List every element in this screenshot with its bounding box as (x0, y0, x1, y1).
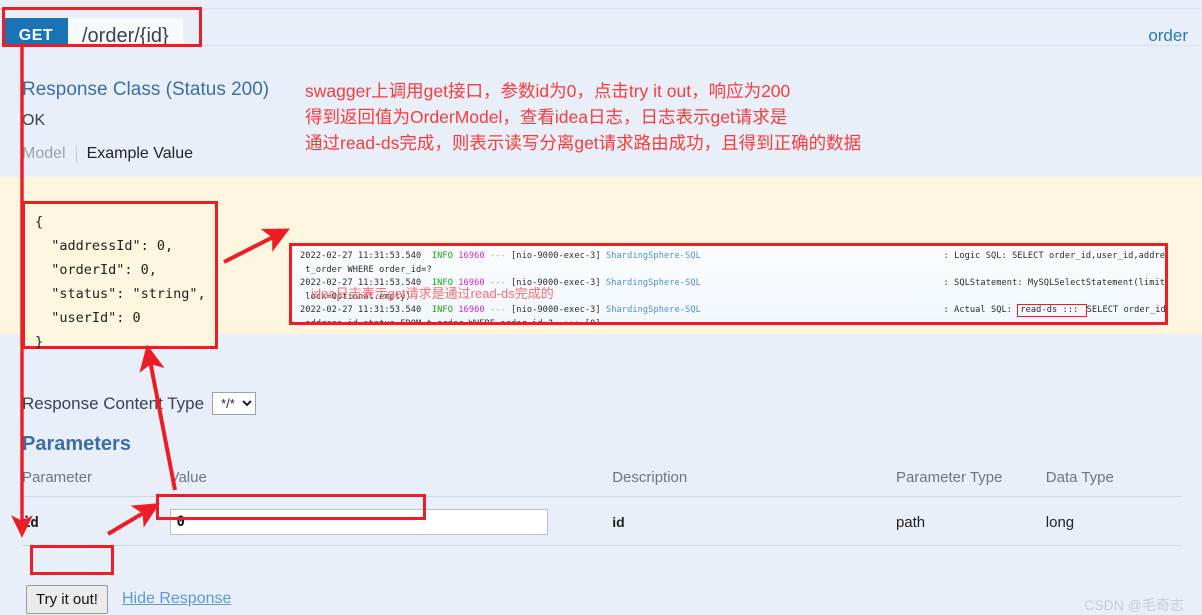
parameter-name: id (22, 514, 39, 531)
response-content-type-row: Response Content Type */* (22, 392, 257, 415)
tab-example-value[interactable]: Example Value (77, 145, 193, 163)
response-status-text: OK (22, 112, 46, 129)
response-content-type-label: Response Content Type (22, 393, 205, 413)
try-it-out-button[interactable]: Try it out! (26, 585, 108, 614)
log-annotation-note: idea日志表示get请求是通过read-ds完成的 (311, 286, 554, 301)
parameters-title: Parameters (22, 433, 131, 455)
tab-model[interactable]: Model (22, 145, 76, 163)
parameter-data-type-value: long (1045, 513, 1075, 531)
model-example-tabs[interactable]: Model Example Value (22, 145, 193, 163)
parameter-description: id (612, 513, 625, 530)
highlight-box-value-input (156, 494, 426, 520)
example-value-json: { "addressId": 0, "orderId": 0, "status"… (22, 200, 218, 350)
col-header-data-type: Data Type (1045, 465, 1182, 497)
highlight-box-endpoint (2, 7, 202, 47)
annotation-main-note: swagger上调用get接口，参数id为0，点击try it out，响应为2… (305, 81, 862, 153)
highlight-box-try-button (30, 545, 114, 575)
col-header-parameter: Parameter (22, 465, 170, 497)
response-content-type-select[interactable]: */* (212, 392, 257, 415)
col-header-parameter-type: Parameter Type (895, 465, 1046, 497)
csdn-watermark: CSDN @毛奇志 (1084, 597, 1184, 613)
col-header-description: Description (612, 465, 896, 497)
hide-response-link[interactable]: Hide Response (122, 590, 231, 608)
parameter-type-value: path (895, 513, 926, 531)
parameters-header-row: Parameter Value Description Parameter Ty… (22, 465, 1182, 497)
col-header-value: Value (169, 465, 613, 497)
response-class-title: Response Class (Status 200) (22, 79, 270, 100)
